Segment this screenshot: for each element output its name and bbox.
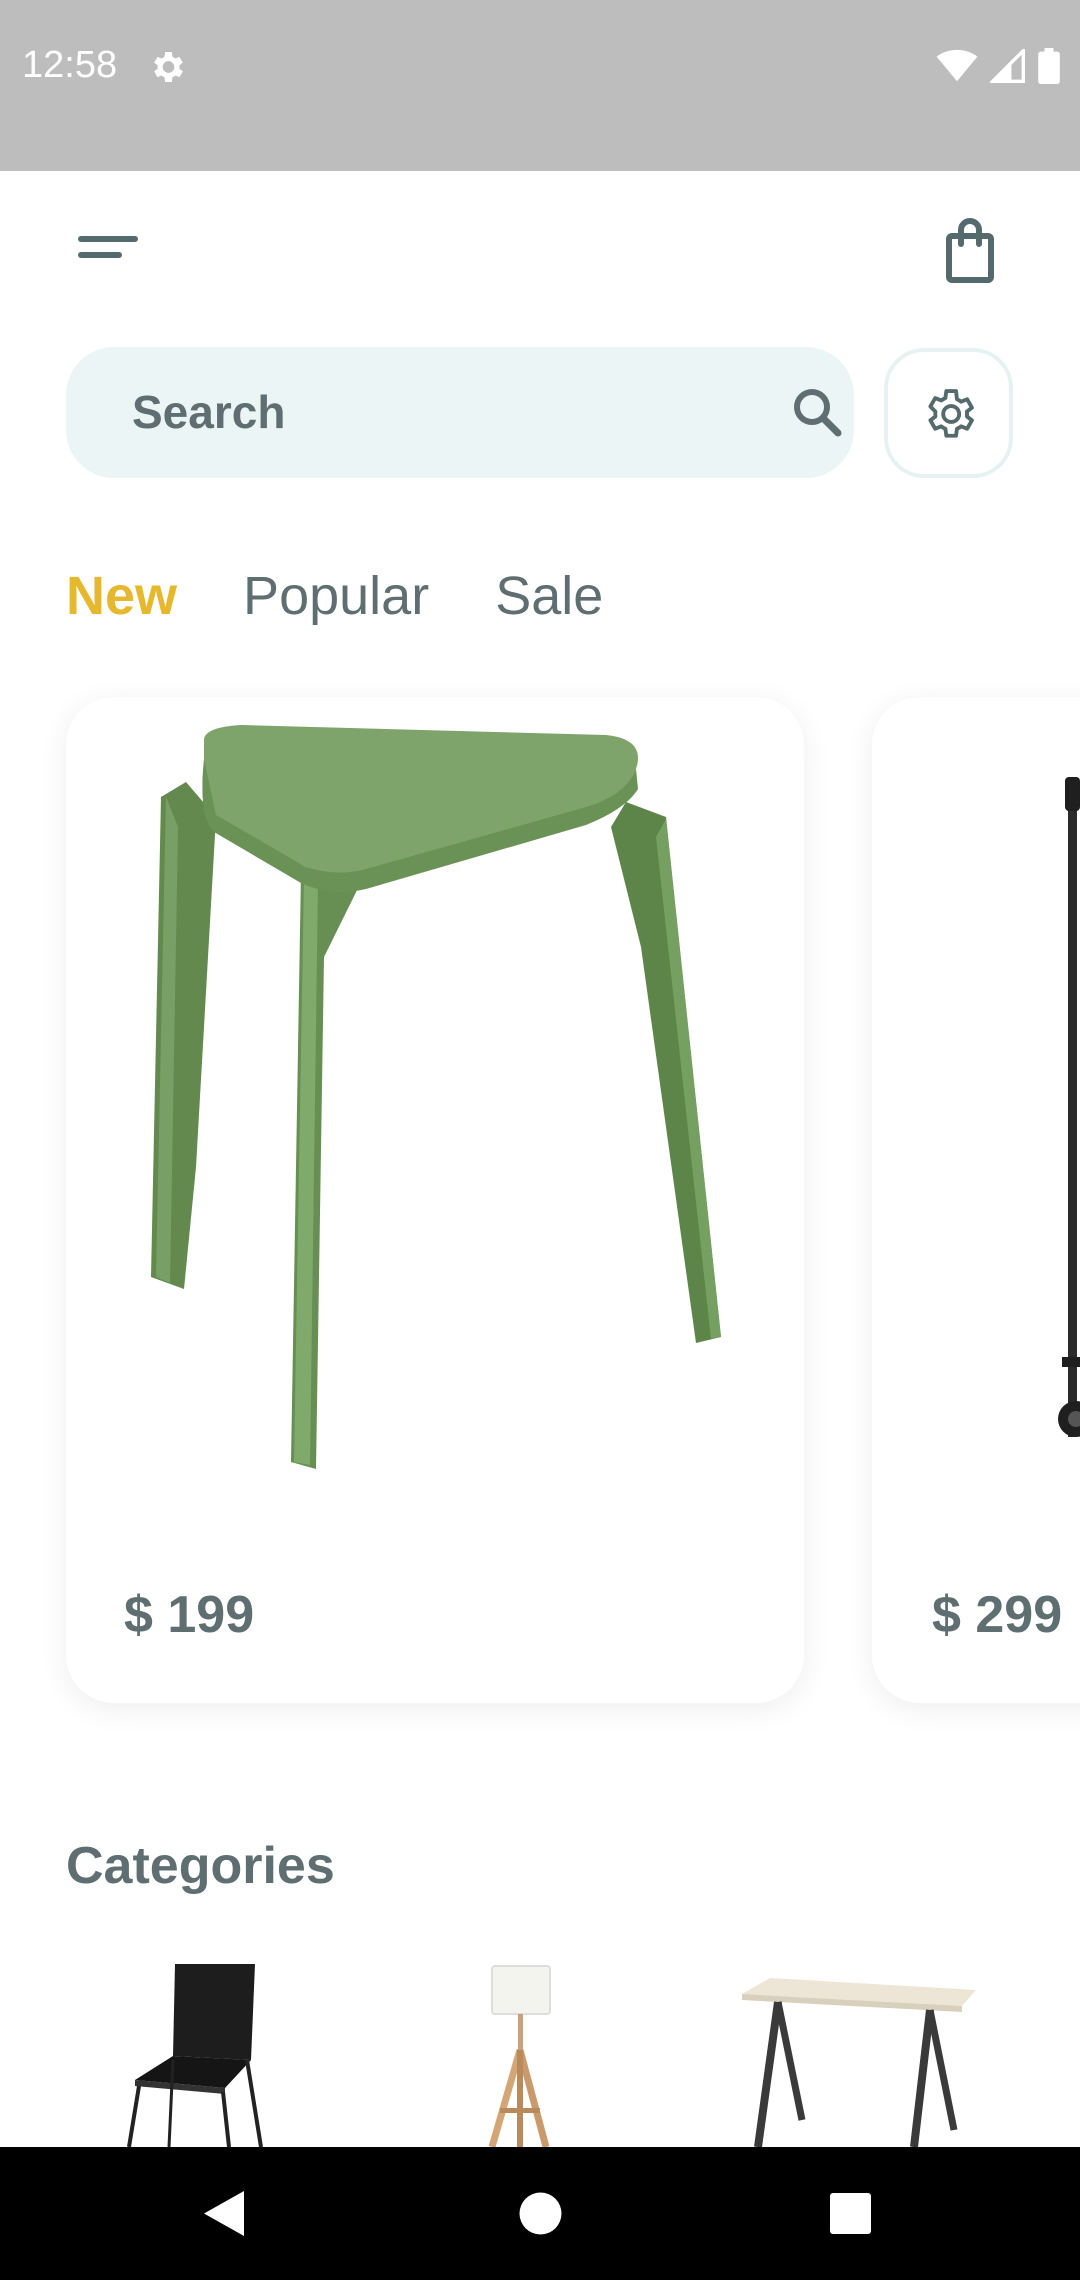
back-button[interactable]: [158, 2147, 291, 2280]
status-time: 12:58: [22, 44, 118, 86]
shopping-bag-icon: [946, 218, 994, 283]
signal-icon: [990, 49, 1025, 83]
cart-button[interactable]: [934, 214, 1006, 286]
product-image-green-stool: [151, 725, 721, 1469]
home-icon: [519, 2192, 562, 2235]
product-image-clothes-rack: [1058, 777, 1080, 1437]
category-desk-image[interactable]: [740, 1960, 980, 2147]
category-lamp-image[interactable]: [478, 1960, 558, 2147]
status-bar: 12:58: [0, 0, 1080, 171]
screen: 12:58 Search New Popular Sale $ 199 $ 29…: [0, 0, 1080, 2280]
tab-new[interactable]: New: [66, 565, 177, 627]
gear-icon: [928, 389, 974, 438]
recents-icon: [830, 2193, 871, 2234]
settings-icon: [154, 52, 183, 82]
search-placeholder: Search: [132, 386, 286, 438]
battery-icon: [1038, 48, 1060, 84]
product-card[interactable]: $ 199: [66, 697, 804, 1703]
category-tabs: New Popular Sale: [66, 565, 603, 627]
tab-popular[interactable]: Popular: [243, 565, 429, 627]
status-icons: [936, 48, 1060, 84]
categories-title: Categories: [66, 1837, 335, 1895]
menu-button[interactable]: [70, 222, 160, 278]
product-price: $ 199: [124, 1586, 255, 1644]
category-chair-image[interactable]: [125, 1960, 275, 2147]
product-card[interactable]: $ 299: [872, 697, 1080, 1703]
search-icon[interactable]: [788, 383, 848, 443]
recents-button[interactable]: [784, 2147, 917, 2280]
search-input[interactable]: Search: [66, 347, 854, 478]
filter-settings-button[interactable]: [884, 348, 1013, 478]
product-price: $ 299: [932, 1586, 1063, 1644]
tab-sale[interactable]: Sale: [495, 565, 603, 627]
menu-icon: [78, 236, 138, 258]
system-nav-bar: [0, 2147, 1080, 2280]
home-button[interactable]: [474, 2147, 607, 2280]
back-icon: [204, 2191, 244, 2236]
wifi-icon: [936, 49, 978, 82]
